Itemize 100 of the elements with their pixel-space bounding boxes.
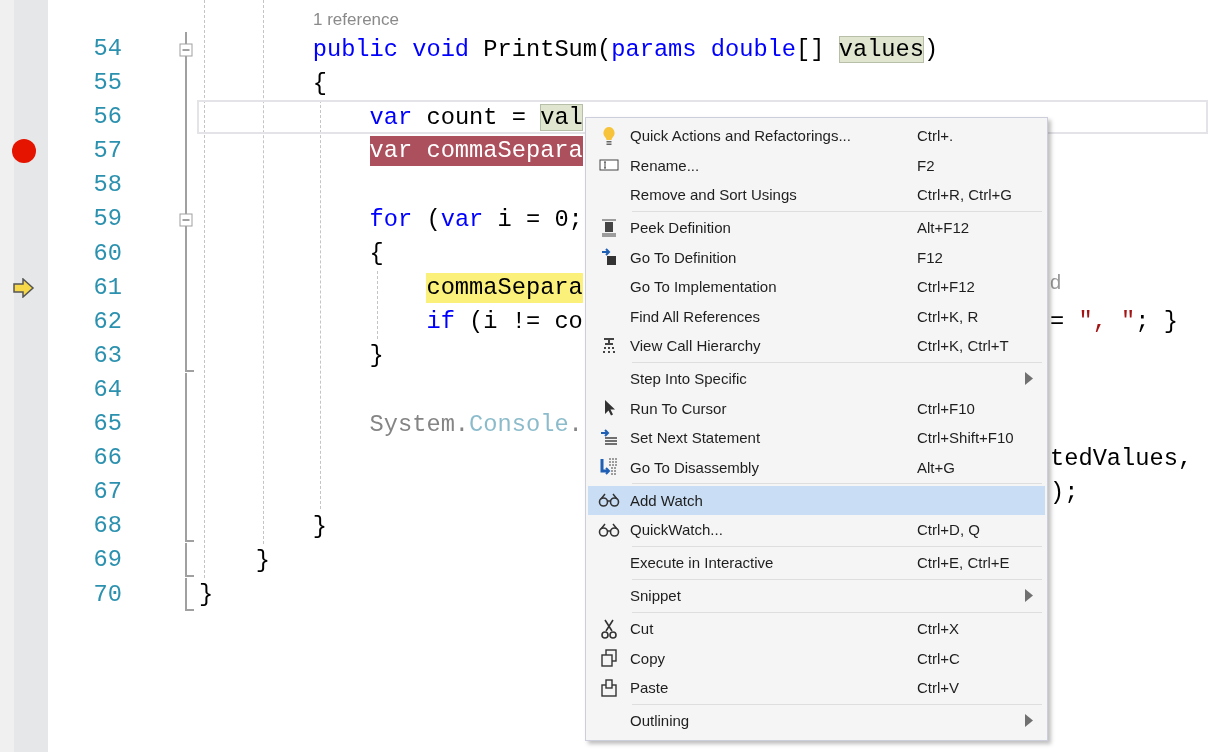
menu-item[interactable]: Quick Actions and Refactorings... Ctrl+. xyxy=(588,121,1045,151)
menu-item-label: Outlining xyxy=(630,712,691,730)
menu-item-label: View Call Hierarchy xyxy=(630,337,762,355)
collapse-icon[interactable] xyxy=(179,43,193,57)
go-to-definition-icon xyxy=(601,248,617,267)
menu-item[interactable]: Find All References Ctrl+K, R xyxy=(588,301,1045,331)
code-keyword: var xyxy=(440,206,484,233)
menu-item[interactable]: Paste Ctrl+V xyxy=(588,673,1045,703)
shortcut-text: Alt+G xyxy=(917,458,956,476)
line-number: 67 xyxy=(92,477,122,508)
code-text: tedValues, xyxy=(1050,444,1193,472)
menu-item[interactable]: Run To Cursor Ctrl+F10 xyxy=(588,393,1045,423)
shortcut-text: F12 xyxy=(917,248,944,266)
code-keyword: public void xyxy=(312,35,470,63)
code-text: { xyxy=(312,69,327,97)
menu-item-label: Execute in Interactive xyxy=(630,554,775,572)
shortcut-text: Ctrl+D, Q xyxy=(917,521,981,539)
scissors-icon xyxy=(601,618,617,639)
menu-item[interactable]: Remove and Sort Usings Ctrl+R, Ctrl+G xyxy=(588,180,1045,210)
glasses-icon xyxy=(598,493,620,508)
code-text: count = xyxy=(426,103,527,131)
code-text: { xyxy=(369,240,384,268)
breakpoint-line-code: var commaSepara xyxy=(369,136,583,167)
menu-item-label: Peek Definition xyxy=(630,219,732,237)
shortcut-text: Ctrl+V xyxy=(917,679,961,697)
menu-item[interactable]: Go To Disassembly Alt+G xyxy=(588,452,1045,482)
shortcut-text: Ctrl+F10 xyxy=(917,399,976,417)
paste-icon xyxy=(601,678,617,697)
line-number: 55 xyxy=(92,68,122,99)
menu-item[interactable]: Cut Ctrl+X xyxy=(588,614,1045,644)
menu-item[interactable]: Copy Ctrl+C xyxy=(588,643,1045,673)
shortcut-text: F2 xyxy=(917,156,936,174)
line-number: 64 xyxy=(92,374,122,405)
line-number: 66 xyxy=(92,443,122,474)
collapse-icon[interactable] xyxy=(179,213,193,228)
shortcut-text: Ctrl+K, Ctrl+T xyxy=(917,337,1010,355)
shortcut-text: Ctrl+R, Ctrl+G xyxy=(917,186,1013,204)
shortcut-text: Ctrl+E, Ctrl+E xyxy=(917,554,1011,572)
menu-item[interactable]: Rename... F2 xyxy=(588,150,1045,180)
menu-item[interactable]: Go To Definition F12 xyxy=(588,242,1045,272)
menu-item[interactable]: Outlining xyxy=(588,706,1045,736)
code-text: PrintSum( xyxy=(483,35,612,63)
line-number: 59 xyxy=(92,204,122,235)
code-keyword: for xyxy=(369,206,413,233)
code-text: (i != co xyxy=(469,308,583,336)
code-text: } xyxy=(312,512,327,540)
shortcut-text: Alt+F12 xyxy=(917,219,971,237)
line-number: 60 xyxy=(92,238,122,269)
shortcut-text: Ctrl+F12 xyxy=(917,278,976,296)
peek-icon xyxy=(601,218,617,237)
menu-item[interactable]: Execute in Interactive Ctrl+E, Ctrl+E xyxy=(588,548,1045,578)
code-text: } xyxy=(369,342,384,370)
code-text: [] xyxy=(796,35,826,63)
code-keyword: var xyxy=(369,103,413,131)
code-text: ); xyxy=(1050,478,1079,506)
highlighted-reference: values xyxy=(838,35,924,63)
lightbulb-icon xyxy=(602,125,616,146)
line-number: 56 xyxy=(92,102,122,133)
glasses-icon xyxy=(598,522,620,537)
code-text: } xyxy=(199,581,214,609)
line-number: 62 xyxy=(92,306,122,337)
faded-text: d xyxy=(1050,271,1062,295)
code-keyword: if xyxy=(426,308,455,336)
shortcut-text: Ctrl+. xyxy=(917,127,955,145)
menu-item-label: Snippet xyxy=(630,587,682,605)
code-text: . xyxy=(568,410,583,438)
line-number: 68 xyxy=(92,511,122,542)
menu-item-label: Paste xyxy=(630,679,670,697)
code-text: i = 0; xyxy=(497,206,583,233)
menu-item-label: Quick Actions and Refactorings... xyxy=(630,127,852,145)
menu-item-label: Run To Cursor xyxy=(630,399,728,417)
code-type-name: Console xyxy=(469,410,569,438)
code-text: ( xyxy=(426,206,441,233)
menu-item-label: Add Watch xyxy=(630,491,704,509)
menu-item[interactable]: Add Watch xyxy=(588,485,1045,515)
shortcut-text: Ctrl+X xyxy=(917,620,961,638)
menu-item[interactable]: Snippet xyxy=(588,581,1045,611)
code-string: ", " xyxy=(1078,308,1136,336)
menu-item[interactable]: Set Next Statement Ctrl+Shift+F10 xyxy=(588,423,1045,453)
menu-item-label: Cut xyxy=(630,620,655,638)
line-number: 69 xyxy=(92,545,122,576)
menu-item-label: Copy xyxy=(630,649,667,667)
code-keyword: params double xyxy=(611,35,797,63)
pointer-icon xyxy=(603,399,615,418)
menu-item[interactable]: Step Into Specific xyxy=(588,364,1045,394)
menu-item[interactable]: View Call Hierarchy Ctrl+K, Ctrl+T xyxy=(588,331,1045,361)
breakpoint-icon[interactable] xyxy=(11,138,37,165)
menu-item[interactable]: Peek Definition Alt+F12 xyxy=(588,213,1045,243)
menu-item[interactable]: Go To Implementation Ctrl+F12 xyxy=(588,272,1045,302)
line-number: 58 xyxy=(92,170,122,201)
line-number: 54 xyxy=(92,34,122,64)
menu-item[interactable]: QuickWatch... Ctrl+D, Q xyxy=(588,515,1045,545)
code-text: = xyxy=(1050,308,1066,336)
line-number: 61 xyxy=(92,272,122,303)
menu-item-label: Go To Disassembly xyxy=(630,458,760,476)
menu-item-label: Set Next Statement xyxy=(630,429,762,447)
code-text: System. xyxy=(369,410,470,438)
shortcut-text: Ctrl+K, R xyxy=(917,307,980,325)
menu-item-label: Step Into Specific xyxy=(630,370,748,388)
copy-icon xyxy=(601,649,617,668)
